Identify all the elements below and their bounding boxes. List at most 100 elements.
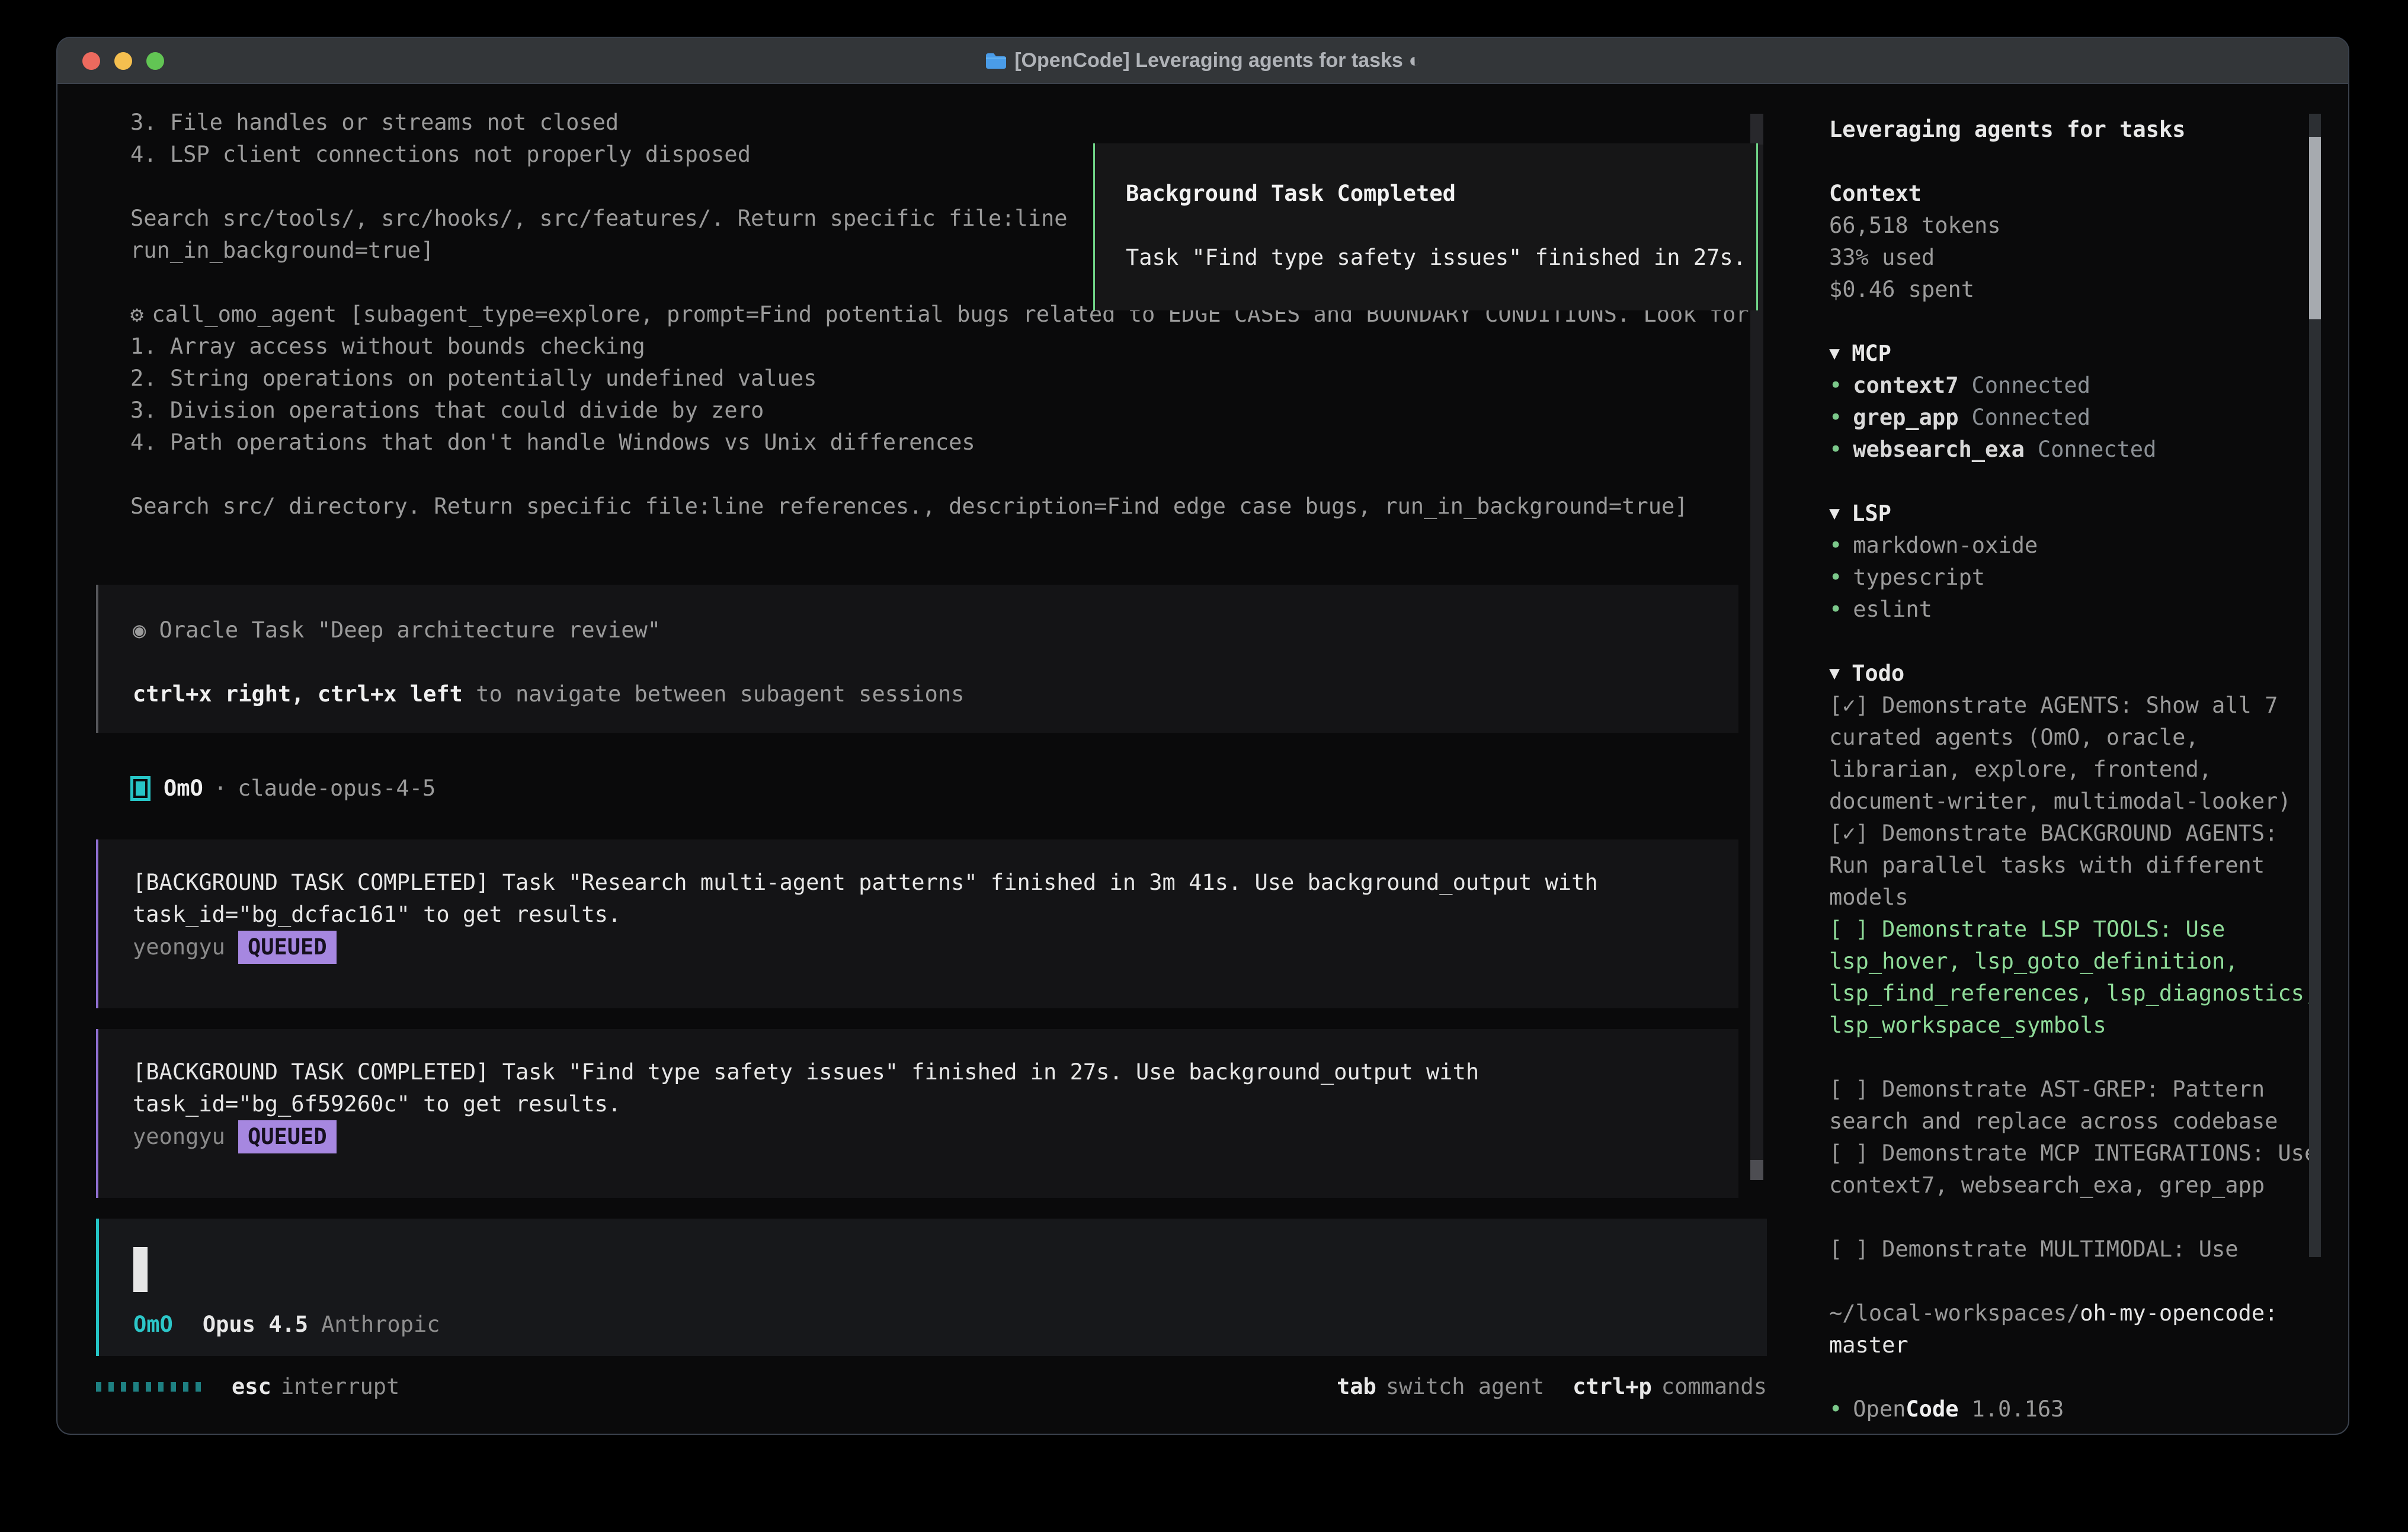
version-line: •OpenCode1.0.163 <box>1829 1393 2321 1425</box>
queued-badge: QUEUED <box>238 931 337 964</box>
activity-dots <box>96 1382 201 1392</box>
mcp-item: •websearch_exaConnected <box>1829 434 2321 466</box>
tool-call-item: 1. Array access without bounds checking <box>130 331 1754 363</box>
status-left: esc interrupt <box>96 1371 399 1403</box>
lsp-item: •typescript <box>1829 562 2321 594</box>
lsp-section-header[interactable]: ▼LSP <box>1829 498 2321 530</box>
todo-section-header[interactable]: ▼Todo <box>1829 658 2321 690</box>
tool-call-item: 4. Path operations that don't handle Win… <box>130 427 1754 459</box>
todo-item: [✓] Demonstrate BACKGROUND AGENTS: Run p… <box>1829 818 2321 914</box>
todo-item: [ ] Demonstrate AST-GREP: Pattern search… <box>1829 1073 2321 1137</box>
chevron-down-icon: ▼ <box>1829 658 1840 690</box>
checkbox-icon: [✓] <box>1829 821 1882 846</box>
tool-call-item: 2. String operations on potentially unde… <box>130 363 1754 395</box>
window-title-text: [OpenCode] Leveraging agents for tasks ◐ <box>1014 49 1421 72</box>
status-dot-icon: • <box>1829 1393 1842 1425</box>
zoom-button[interactable] <box>146 52 164 70</box>
folder-icon <box>985 52 1006 69</box>
toast-notification: Background Task Completed Task "Find typ… <box>1093 143 1758 310</box>
agent-name: OmO <box>164 773 203 805</box>
chat-scrollbar-thumb[interactable] <box>1750 1160 1763 1180</box>
background-task-message: [BACKGROUND TASK COMPLETED] Task "Find t… <box>96 1029 1738 1198</box>
status-dot-icon: • <box>1829 437 1842 462</box>
notification-title: Background Task Completed <box>1126 178 1756 210</box>
input-model-label[interactable]: Opus 4.5 <box>203 1309 308 1341</box>
title-bar[interactable]: [OpenCode] Leveraging agents for tasks ◐ <box>57 38 2348 84</box>
agent-square-icon <box>130 776 150 801</box>
chat-scrollbar-cap <box>1750 114 1763 145</box>
status-dot-icon: • <box>1829 597 1842 622</box>
agent-header: OmO · claude-opus-4-5 <box>130 773 436 805</box>
todo-item: [ ] Demonstrate MULTIMODAL: Use <box>1829 1233 2321 1265</box>
message-author: yeongyu <box>133 1121 225 1153</box>
gear-icon: ⚙ <box>130 302 143 327</box>
input-meta: OmO Opus 4.5 Anthropic <box>133 1309 440 1341</box>
commands-label: commands <box>1661 1371 1767 1403</box>
message-author: yeongyu <box>133 931 225 963</box>
checkbox-icon: [ ] <box>1829 916 1882 942</box>
text-cursor <box>133 1247 148 1292</box>
oracle-task-hint: ctrl+x right, ctrl+x left to navigate be… <box>133 678 1738 710</box>
status-dot-icon: • <box>1829 405 1842 430</box>
window-title: [OpenCode] Leveraging agents for tasks ◐ <box>985 49 1421 72</box>
lsp-item: •markdown-oxide <box>1829 530 2321 562</box>
workspace-branch: master <box>1829 1329 2321 1361</box>
session-title: Leveraging agents for tasks <box>1829 114 2321 146</box>
agent-model: claude-opus-4-5 <box>238 773 436 805</box>
tab-hint: tab switch agent <box>1337 1371 1544 1403</box>
message-line: [BACKGROUND TASK COMPLETED] Task "Resear… <box>133 867 1738 899</box>
mcp-section-header[interactable]: ▼MCP <box>1829 338 2321 370</box>
esc-hint: esc interrupt <box>232 1371 399 1403</box>
mcp-item: •grep_appConnected <box>1829 402 2321 434</box>
tool-call-tail: Search src/ directory. Return specific f… <box>130 491 1754 523</box>
lsp-item: •eslint <box>1829 594 2321 626</box>
close-button[interactable] <box>82 52 100 70</box>
status-dot-icon: • <box>1829 373 1842 398</box>
minimize-button[interactable] <box>114 52 132 70</box>
tool-call-item: 3. Division operations that could divide… <box>130 395 1754 427</box>
ctrl-p-key: ctrl+p <box>1573 1371 1652 1403</box>
todo-item: [ ] Demonstrate MCP INTEGRATIONS: Use co… <box>1829 1137 2321 1201</box>
status-bar: esc interrupt tab switch agent ctrl+p co… <box>96 1371 1767 1403</box>
queued-badge: QUEUED <box>238 1120 337 1153</box>
todo-item: [ ] Demonstrate LSP TOOLS: Use lsp_hover… <box>1829 914 2321 1041</box>
oracle-task-card[interactable]: ◉ Oracle Task "Deep architecture review"… <box>96 585 1738 733</box>
checkbox-icon: [ ] <box>1829 1076 1882 1102</box>
checkbox-icon: [ ] <box>1829 1236 1882 1262</box>
message-meta: yeongyu QUEUED <box>133 1120 1738 1153</box>
tab-key: tab <box>1337 1371 1376 1403</box>
window-controls <box>82 38 164 84</box>
message-line: task_id="bg_dcfac161" to get results. <box>133 899 1738 931</box>
notification-body: Task "Find type safety issues" finished … <box>1126 242 1756 274</box>
checkbox-icon: [ ] <box>1829 1140 1882 1166</box>
input-provider-label: Anthropic <box>321 1309 440 1341</box>
sidebar-scrollbar[interactable] <box>2309 114 2321 1257</box>
status-dot-icon: • <box>1829 533 1842 558</box>
input-agent-label[interactable]: OmO <box>133 1309 173 1341</box>
context-spent: $0.46 spent <box>1829 274 2321 306</box>
hint-text: to navigate between subagent sessions <box>463 681 964 707</box>
status-right: tab switch agent ctrl+p commands <box>1337 1371 1767 1403</box>
agent-separator: · <box>214 773 227 805</box>
context-tokens: 66,518 tokens <box>1829 210 2321 242</box>
todo-item: [✓] Demonstrate AGENTS: Show all 7 curat… <box>1829 690 2321 818</box>
message-line: [BACKGROUND TASK COMPLETED] Task "Find t… <box>133 1056 1738 1088</box>
status-dot-icon: • <box>1829 565 1842 590</box>
prompt-input[interactable]: OmO Opus 4.5 Anthropic <box>96 1219 1767 1356</box>
hint-keys: ctrl+x right, ctrl+x left <box>133 681 463 707</box>
chevron-down-icon: ▼ <box>1829 498 1840 530</box>
desktop: { "theme": { "accent_cyan": "#27c5c6", "… <box>0 0 2408 1532</box>
scrollback-line: 3. File handles or streams not closed <box>130 107 1754 139</box>
workspace-path: ~/local-workspaces/oh-my-opencode: <box>1829 1297 2321 1329</box>
chevron-down-icon: ▼ <box>1829 338 1840 370</box>
background-task-message: [BACKGROUND TASK COMPLETED] Task "Resear… <box>96 839 1738 1008</box>
context-heading: Context <box>1829 178 2321 210</box>
sidebar-scrollbar-thumb[interactable] <box>2309 137 2321 319</box>
tab-label: switch agent <box>1386 1371 1544 1403</box>
terminal-window: [OpenCode] Leveraging agents for tasks ◐… <box>56 37 2349 1435</box>
mcp-item: •context7Connected <box>1829 370 2321 402</box>
commands-hint: ctrl+p commands <box>1573 1371 1767 1403</box>
message-meta: yeongyu QUEUED <box>133 931 1738 964</box>
esc-key: esc <box>232 1371 271 1403</box>
checkbox-icon: [✓] <box>1829 693 1882 718</box>
